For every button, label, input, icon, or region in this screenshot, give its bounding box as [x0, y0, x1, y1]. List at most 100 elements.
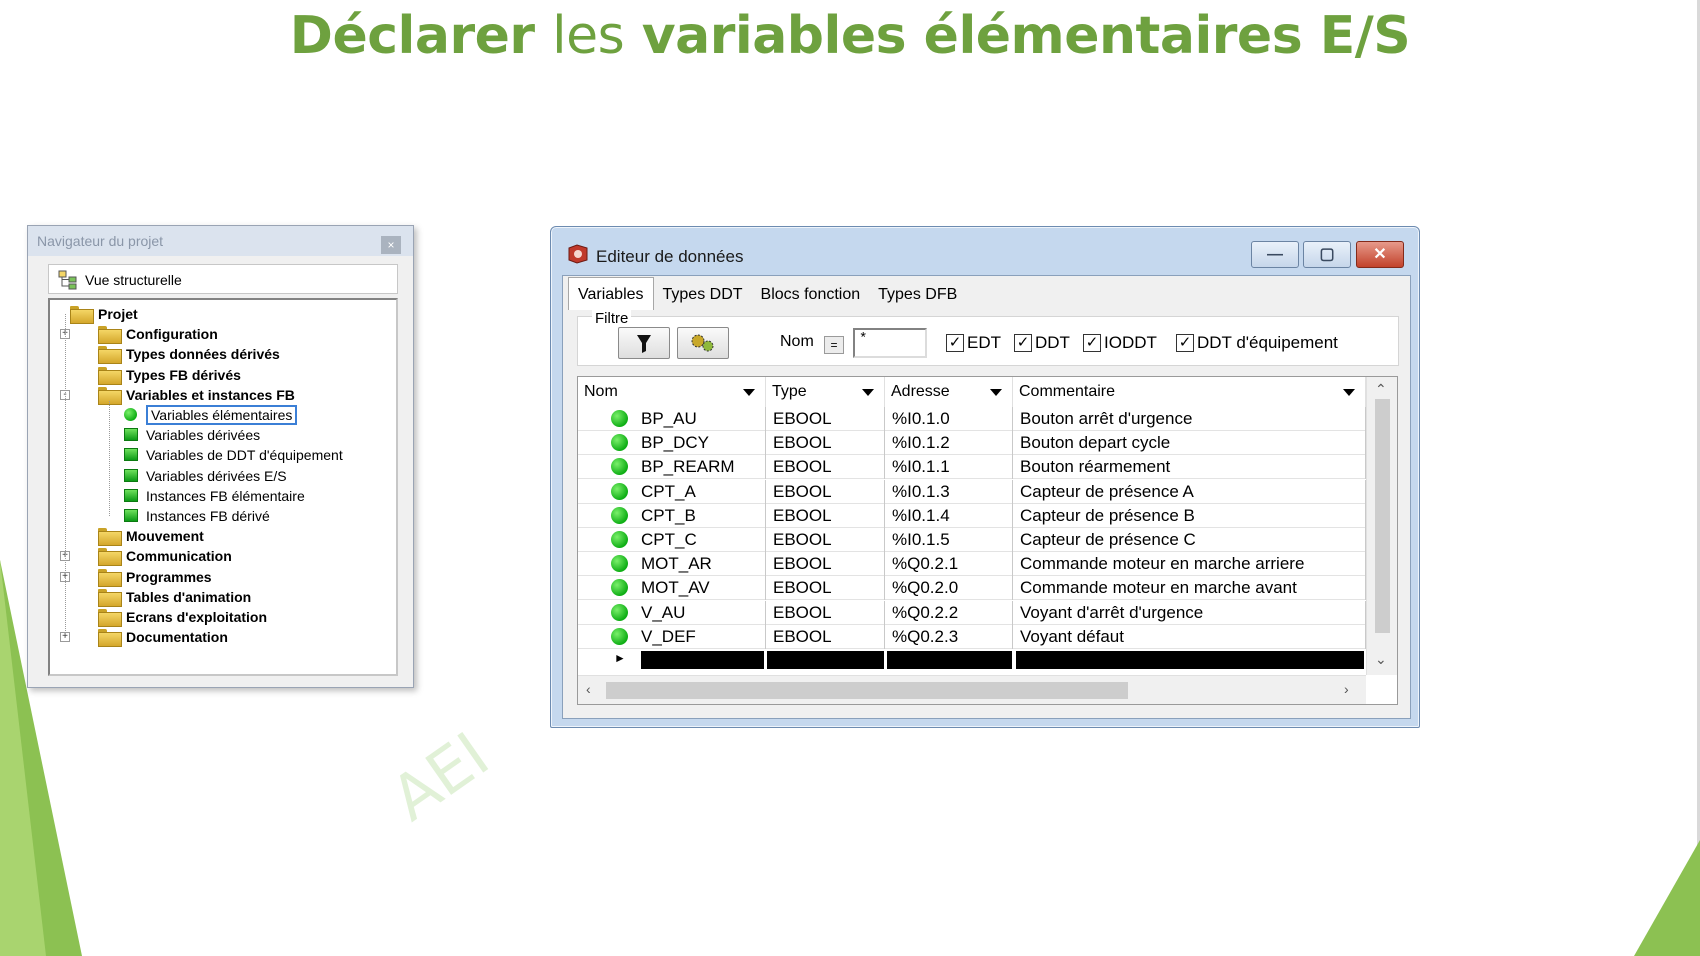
- tree-item[interactable]: Types FB dérivés: [98, 365, 241, 385]
- tree-item[interactable]: Variables et instances FB: [98, 385, 295, 405]
- tree-item[interactable]: Programmes: [98, 567, 212, 587]
- cell-commentaire[interactable]: Bouton réarmement: [1013, 455, 1366, 480]
- column-header-type[interactable]: Type: [766, 377, 885, 407]
- cell-type[interactable]: EBOOL: [766, 528, 885, 552]
- tree-item[interactable]: Instances FB dérivé: [124, 506, 270, 526]
- cell-nom[interactable]: V_DEF: [578, 624, 766, 649]
- table-row[interactable]: V_AU EBOOL %Q0.2.2 Voyant d'arrêt d'urgence: [578, 600, 1366, 625]
- name-filter-input[interactable]: *: [853, 328, 927, 358]
- vertical-scrollbar[interactable]: ⌃ ⌄: [1366, 377, 1397, 675]
- table-row[interactable]: MOT_AV EBOOL %Q0.2.0 Commande moteur en mar…: [578, 576, 1366, 601]
- cell-type[interactable]: EBOOL: [766, 600, 885, 625]
- tree-item[interactable]: Mouvement: [98, 526, 204, 547]
- cell-type[interactable]: EBOOL: [766, 407, 885, 431]
- table-row[interactable]: V_DEF EBOOL %Q0.2.3 Voyant défaut: [578, 624, 1366, 649]
- variable-settings-button[interactable]: [677, 327, 729, 359]
- tab-types-ddt[interactable]: Types DDT: [654, 280, 752, 310]
- cell-commentaire[interactable]: Bouton depart cycle: [1013, 431, 1366, 456]
- vertical-scroll-thumb[interactable]: [1375, 399, 1390, 633]
- cell-nom[interactable]: CPT_B: [578, 503, 766, 528]
- cell-type[interactable]: EBOOL: [766, 624, 885, 649]
- cell-commentaire[interactable]: Capteur de présence C: [1013, 528, 1366, 552]
- cell-commentaire[interactable]: Voyant d'arrêt d'urgence: [1013, 600, 1366, 625]
- table-row[interactable]: CPT_C EBOOL %I0.1.5 Capteur de présence C: [578, 528, 1366, 552]
- cell-commentaire[interactable]: Bouton arrêt d'urgence: [1013, 407, 1366, 431]
- cell-commentaire[interactable]: Commande moteur en marche arriere: [1013, 552, 1366, 577]
- close-icon[interactable]: ×: [381, 236, 401, 254]
- scroll-up-icon[interactable]: ⌃: [1375, 381, 1387, 398]
- tree-item[interactable]: Variables dérivées E/S: [124, 466, 287, 486]
- ioddt-checkbox[interactable]: ✓ IODDT: [1083, 333, 1157, 353]
- cell-adresse[interactable]: %Q0.2.1: [885, 552, 1013, 577]
- cell-nom[interactable]: BP_DCY: [578, 431, 766, 456]
- cell-type[interactable]: EBOOL: [766, 552, 885, 577]
- cell-adresse[interactable]: %Q0.2.2: [885, 600, 1013, 625]
- cell-adresse[interactable]: %I0.1.5: [885, 528, 1013, 552]
- column-header-adresse[interactable]: Adresse: [885, 377, 1013, 407]
- tree-item[interactable]: Variables élémentaires: [124, 405, 298, 425]
- tree-item[interactable]: Tables d'animation: [98, 587, 251, 607]
- cell-type[interactable]: EBOOL: [766, 503, 885, 528]
- table-row[interactable]: MOT_AR EBOOL %Q0.2.1 Commande moteur en mar…: [578, 552, 1366, 577]
- column-header-nom[interactable]: Nom: [578, 377, 766, 407]
- new-name-cell[interactable]: [641, 651, 764, 669]
- cell-nom[interactable]: CPT_C: [578, 528, 766, 552]
- scroll-right-icon[interactable]: ›: [1344, 681, 1349, 697]
- cell-nom[interactable]: V_AU: [578, 600, 766, 625]
- apply-filter-button[interactable]: [618, 327, 670, 359]
- horizontal-scroll-thumb[interactable]: [606, 682, 1128, 699]
- cell-adresse[interactable]: %I0.1.3: [885, 479, 1013, 504]
- cell-nom[interactable]: CPT_A: [578, 479, 766, 504]
- cell-adresse[interactable]: %I0.1.2: [885, 431, 1013, 456]
- scroll-left-icon[interactable]: ‹: [586, 681, 591, 697]
- cell-type[interactable]: EBOOL: [766, 479, 885, 504]
- tab-variables[interactable]: Variables: [568, 277, 654, 310]
- dropdown-arrow-icon[interactable]: [862, 389, 874, 396]
- column-header-commentaire[interactable]: Commentaire: [1013, 377, 1366, 407]
- close-button[interactable]: ✕: [1356, 241, 1404, 268]
- cell-type[interactable]: EBOOL: [766, 431, 885, 456]
- minimize-button[interactable]: —: [1251, 241, 1299, 268]
- cell-nom[interactable]: BP_REARM: [578, 455, 766, 480]
- device-ddt-checkbox[interactable]: ✓ DDT d'équipement: [1176, 333, 1338, 353]
- cell-type[interactable]: EBOOL: [766, 576, 885, 601]
- table-row[interactable]: BP_DCY EBOOL %I0.1.2 Bouton depart cycle: [578, 431, 1366, 456]
- table-row[interactable]: CPT_B EBOOL %I0.1.4 Capteur de présence B: [578, 503, 1366, 528]
- cell-adresse[interactable]: %I0.1.0: [885, 407, 1013, 431]
- scroll-down-icon[interactable]: ⌄: [1375, 651, 1387, 668]
- horizontal-scrollbar[interactable]: ‹ ›: [578, 675, 1366, 704]
- new-comment-cell[interactable]: [1016, 651, 1364, 669]
- tree-item[interactable]: Types données dérivés: [98, 344, 280, 365]
- tree-item[interactable]: Documentation: [98, 627, 228, 648]
- tree-item[interactable]: Configuration: [98, 324, 218, 345]
- maximize-button[interactable]: ▢: [1303, 241, 1351, 268]
- cell-commentaire[interactable]: Capteur de présence A: [1013, 479, 1366, 504]
- tree-item[interactable]: Communication: [98, 546, 232, 567]
- table-row[interactable]: CPT_A EBOOL %I0.1.3 Capteur de présence A: [578, 479, 1366, 504]
- cell-adresse[interactable]: %Q0.2.3: [885, 624, 1013, 649]
- cell-adresse[interactable]: %Q0.2.0: [885, 576, 1013, 601]
- cell-commentaire[interactable]: Voyant défaut: [1013, 624, 1366, 649]
- cell-commentaire[interactable]: Commande moteur en marche avant: [1013, 576, 1366, 601]
- tab-types-dfb[interactable]: Types DFB: [869, 280, 966, 310]
- tree-item[interactable]: Variables de DDT d'équipement: [124, 445, 343, 465]
- view-selector[interactable]: Vue structurelle: [48, 264, 398, 294]
- dropdown-arrow-icon[interactable]: [1343, 389, 1355, 396]
- new-type-cell[interactable]: [767, 651, 884, 669]
- tab-blocs-fonction[interactable]: Blocs fonction: [752, 280, 870, 310]
- ddt-checkbox[interactable]: ✓ DDT: [1014, 333, 1070, 353]
- new-address-cell[interactable]: [887, 651, 1012, 669]
- cell-commentaire[interactable]: Capteur de présence B: [1013, 503, 1366, 528]
- dropdown-arrow-icon[interactable]: [743, 389, 755, 396]
- cell-nom[interactable]: BP_AU: [578, 407, 766, 431]
- tree-item[interactable]: Projet: [70, 304, 138, 324]
- cell-nom[interactable]: MOT_AR: [578, 552, 766, 577]
- operator-button[interactable]: =: [824, 336, 844, 354]
- table-row[interactable]: BP_AU EBOOL %I0.1.0 Bouton arrêt d'urgence: [578, 407, 1366, 431]
- cell-adresse[interactable]: %I0.1.4: [885, 503, 1013, 528]
- dropdown-arrow-icon[interactable]: [990, 389, 1002, 396]
- tree-item[interactable]: Instances FB élémentaire: [124, 486, 305, 506]
- cell-type[interactable]: EBOOL: [766, 455, 885, 480]
- tree-item[interactable]: Variables dérivées: [124, 425, 260, 445]
- cell-adresse[interactable]: %I0.1.1: [885, 455, 1013, 480]
